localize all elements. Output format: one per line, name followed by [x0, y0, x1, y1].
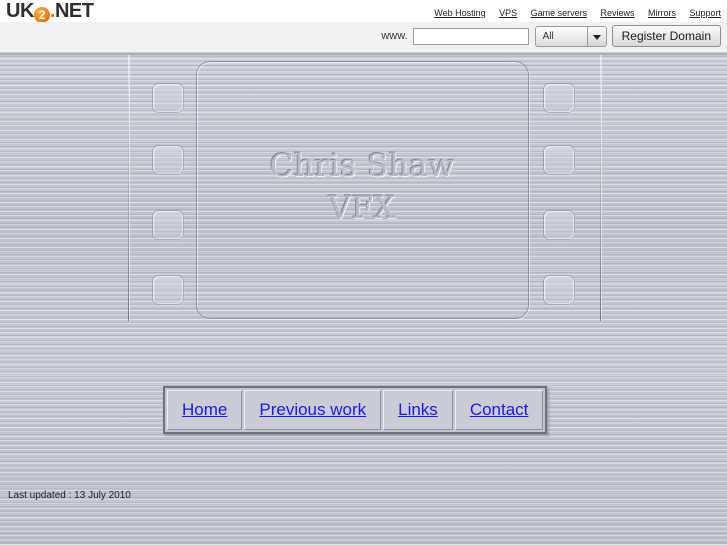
site-title: Chris Shaw VFX	[196, 145, 529, 229]
host-banner-logo-row: UK 2 .NET Web Hosting VPS Game servers Rev…	[0, 0, 727, 23]
film-sprocket-hole	[544, 276, 574, 304]
nav-link-support[interactable]: Support	[689, 8, 721, 18]
nav-link-reviews[interactable]: Reviews	[601, 8, 635, 18]
film-sprocket-hole	[153, 276, 183, 304]
menu-link-home[interactable]: Home	[182, 400, 227, 419]
menu-link-previous-work[interactable]: Previous work	[259, 400, 366, 419]
nav-link-game-servers[interactable]: Game servers	[531, 8, 588, 18]
host-nav: Web Hosting VPS Game servers Reviews Mir…	[425, 3, 721, 18]
logo-text-net: NET	[54, 0, 94, 22]
domain-search-bar: www. All Register Domain	[0, 22, 727, 53]
domain-search-group: www. All Register Domain	[381, 25, 721, 47]
menu-cell-previous-work[interactable]: Previous work	[244, 390, 382, 430]
domain-search-input[interactable]	[412, 27, 529, 45]
film-sprocket-hole	[544, 146, 574, 174]
menu-link-links[interactable]: Links	[398, 400, 438, 419]
chevron-down-icon[interactable]	[586, 26, 606, 46]
tld-select[interactable]: All	[534, 25, 607, 47]
nav-link-mirrors[interactable]: Mirrors	[648, 8, 676, 18]
www-prefix-label: www.	[381, 30, 408, 42]
menu-link-contact[interactable]: Contact	[470, 400, 529, 419]
film-strip-left-rule	[128, 55, 129, 321]
logo-badge-icon: 2	[33, 7, 50, 23]
nav-link-web-hosting[interactable]: Web Hosting	[434, 8, 485, 18]
nav-link-vps[interactable]: VPS	[499, 8, 517, 18]
film-sprocket-hole	[544, 211, 574, 239]
site-title-line1: Chris Shaw	[269, 148, 456, 184]
host-banner: UK 2 .NET Web Hosting VPS Game servers Rev…	[0, 0, 727, 53]
film-sprocket-hole	[153, 146, 183, 174]
uk2net-logo[interactable]: UK 2 .NET	[6, 0, 94, 23]
menu-cell-home[interactable]: Home	[167, 390, 243, 430]
film-strip-right-rule	[600, 55, 601, 321]
menu-cell-contact[interactable]: Contact	[454, 390, 544, 430]
page-body: Chris Shaw VFX Home Previous work Links C…	[0, 53, 727, 545]
tld-select-value: All	[542, 30, 554, 42]
film-sprocket-hole	[153, 84, 183, 112]
main-menu: Home Previous work Links Contact	[163, 386, 548, 434]
film-strip-graphic: Chris Shaw VFX	[0, 53, 727, 328]
logo-text-uk: UK	[6, 0, 34, 22]
site-title-line2: VFX	[328, 190, 397, 226]
film-sprocket-hole	[153, 211, 183, 239]
film-sprocket-hole	[544, 84, 574, 112]
menu-cell-links[interactable]: Links	[383, 390, 453, 430]
register-domain-button[interactable]: Register Domain	[611, 25, 721, 47]
last-updated-text: Last updated : 13 July 2010	[8, 490, 131, 501]
